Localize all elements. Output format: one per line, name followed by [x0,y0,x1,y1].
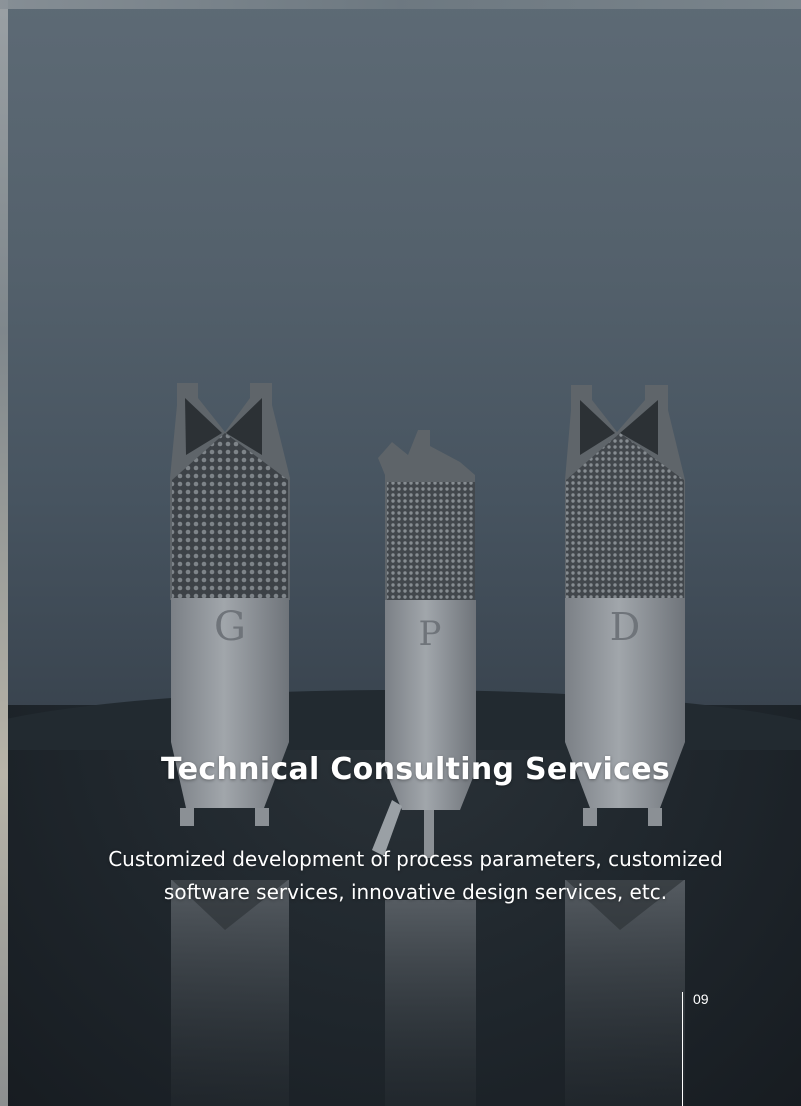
left-edge-decoration [0,0,8,1106]
page-number-divider [682,992,683,1106]
page-title: Technical Consulting Services [160,752,671,787]
part-d-letter: D [610,605,640,649]
part-g: G [170,383,290,1106]
top-edge-decoration [0,0,801,9]
part-g-letter: G [214,604,246,650]
page-description: Customized development of process parame… [108,847,723,904]
part-p-letter: P [419,614,442,654]
slide: G P D Technical Consulting Services Cust… [0,0,801,1106]
page-number: 09 [693,991,709,1007]
part-d: D [565,385,685,1106]
product-photo: G P D [170,383,685,1106]
